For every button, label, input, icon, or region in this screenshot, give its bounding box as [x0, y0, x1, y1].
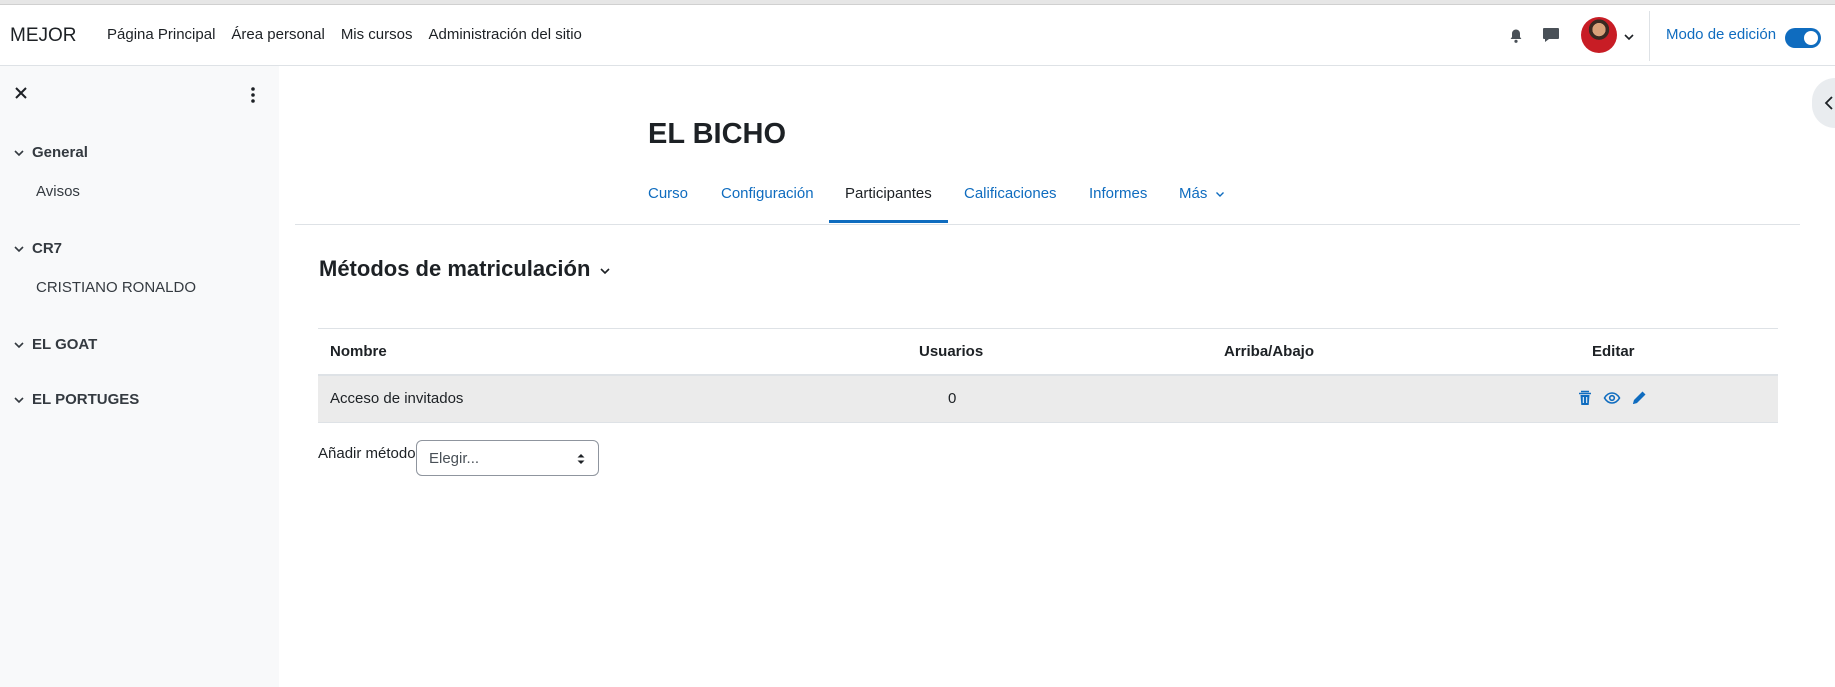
method-name: Acceso de invitados	[330, 390, 464, 407]
column-header-usuarios: Usuarios	[919, 343, 984, 360]
course-secondary-navigation: Curso Configuración Participantes Califi…	[295, 181, 1800, 225]
column-header-nombre: Nombre	[330, 343, 387, 360]
course-title: EL BICHO	[648, 118, 787, 150]
chevron-down-icon	[14, 396, 24, 403]
tab-mas-label: Más	[1179, 185, 1208, 202]
section-label: EL GOAT	[32, 336, 98, 353]
hide-eye-icon[interactable]	[1603, 389, 1621, 407]
tab-participantes[interactable]: Participantes	[845, 185, 932, 202]
active-tab-indicator	[829, 220, 948, 223]
table-row: Acceso de invitados 0	[318, 376, 1778, 423]
activity-cristiano-ronaldo[interactable]: CRISTIANO RONALDO	[36, 279, 196, 296]
section-label: EL PORTUGES	[32, 391, 140, 408]
select-arrows-icon	[577, 454, 585, 464]
edit-mode-toggle[interactable]	[1785, 28, 1821, 48]
messages-chat-icon[interactable]	[1542, 27, 1560, 43]
row-actions	[1576, 389, 1648, 407]
chevron-down-icon	[1215, 192, 1224, 198]
course-index-drawer: General Avisos CR7 CRISTIANO RONALDO EL …	[0, 66, 279, 687]
chevron-down-icon	[14, 149, 24, 156]
close-drawer-icon[interactable]	[14, 86, 28, 100]
section-label: CR7	[32, 240, 63, 257]
user-menu-chevron-down-icon[interactable]	[1623, 30, 1635, 42]
tab-curso[interactable]: Curso	[648, 185, 688, 202]
chevron-left-icon	[1824, 96, 1833, 110]
notifications-bell-icon[interactable]	[1508, 28, 1524, 44]
tab-calificaciones[interactable]: Calificaciones	[964, 185, 1057, 202]
section-el-portuges[interactable]: EL PORTUGES	[13, 391, 139, 408]
chevron-down-icon	[600, 268, 610, 275]
navbar-divider	[1649, 11, 1650, 61]
primary-navigation: Página Principal Área personal Mis curso…	[107, 26, 598, 43]
section-general[interactable]: General	[13, 144, 88, 161]
enrolment-methods-table: Nombre Usuarios Arriba/Abajo Editar Acce…	[318, 328, 1778, 423]
nav-link-dashboard[interactable]: Área personal	[231, 26, 324, 43]
nav-link-my-courses[interactable]: Mis cursos	[341, 26, 413, 43]
nav-link-home[interactable]: Página Principal	[107, 26, 215, 43]
nav-link-site-admin[interactable]: Administración del sitio	[429, 26, 582, 43]
add-method-label: Añadir método	[318, 445, 416, 462]
site-brand[interactable]: MEJOR	[10, 25, 77, 47]
section-cr7[interactable]: CR7	[13, 240, 62, 257]
chevron-down-icon	[14, 341, 24, 348]
chevron-down-icon	[14, 245, 24, 252]
user-avatar[interactable]	[1581, 17, 1617, 53]
delete-trash-icon[interactable]	[1576, 389, 1594, 407]
add-method-select[interactable]: Elegir...	[416, 440, 599, 476]
add-method-selected-value: Elegir...	[429, 450, 480, 467]
tab-configuracion[interactable]: Configuración	[721, 185, 814, 202]
section-label: General	[32, 144, 88, 161]
drawer-options-kebab-icon[interactable]	[250, 86, 256, 104]
edit-mode-label: Modo de edición	[1666, 26, 1777, 43]
column-header-arriba-abajo: Arriba/Abajo	[1224, 343, 1315, 360]
activity-avisos[interactable]: Avisos	[36, 183, 80, 200]
method-users-count: 0	[948, 390, 957, 407]
open-block-drawer-button[interactable]	[1812, 78, 1835, 128]
page-heading: Métodos de matriculación	[319, 256, 591, 281]
tab-mas[interactable]: Más	[1179, 185, 1225, 202]
page-heading-selector[interactable]: Métodos de matriculación	[319, 256, 611, 282]
column-header-editar: Editar	[1592, 343, 1635, 360]
section-el-goat[interactable]: EL GOAT	[13, 336, 97, 353]
edit-pencil-icon[interactable]	[1630, 389, 1648, 407]
tab-informes[interactable]: Informes	[1089, 185, 1147, 202]
table-header: Nombre Usuarios Arriba/Abajo Editar	[318, 328, 1778, 376]
